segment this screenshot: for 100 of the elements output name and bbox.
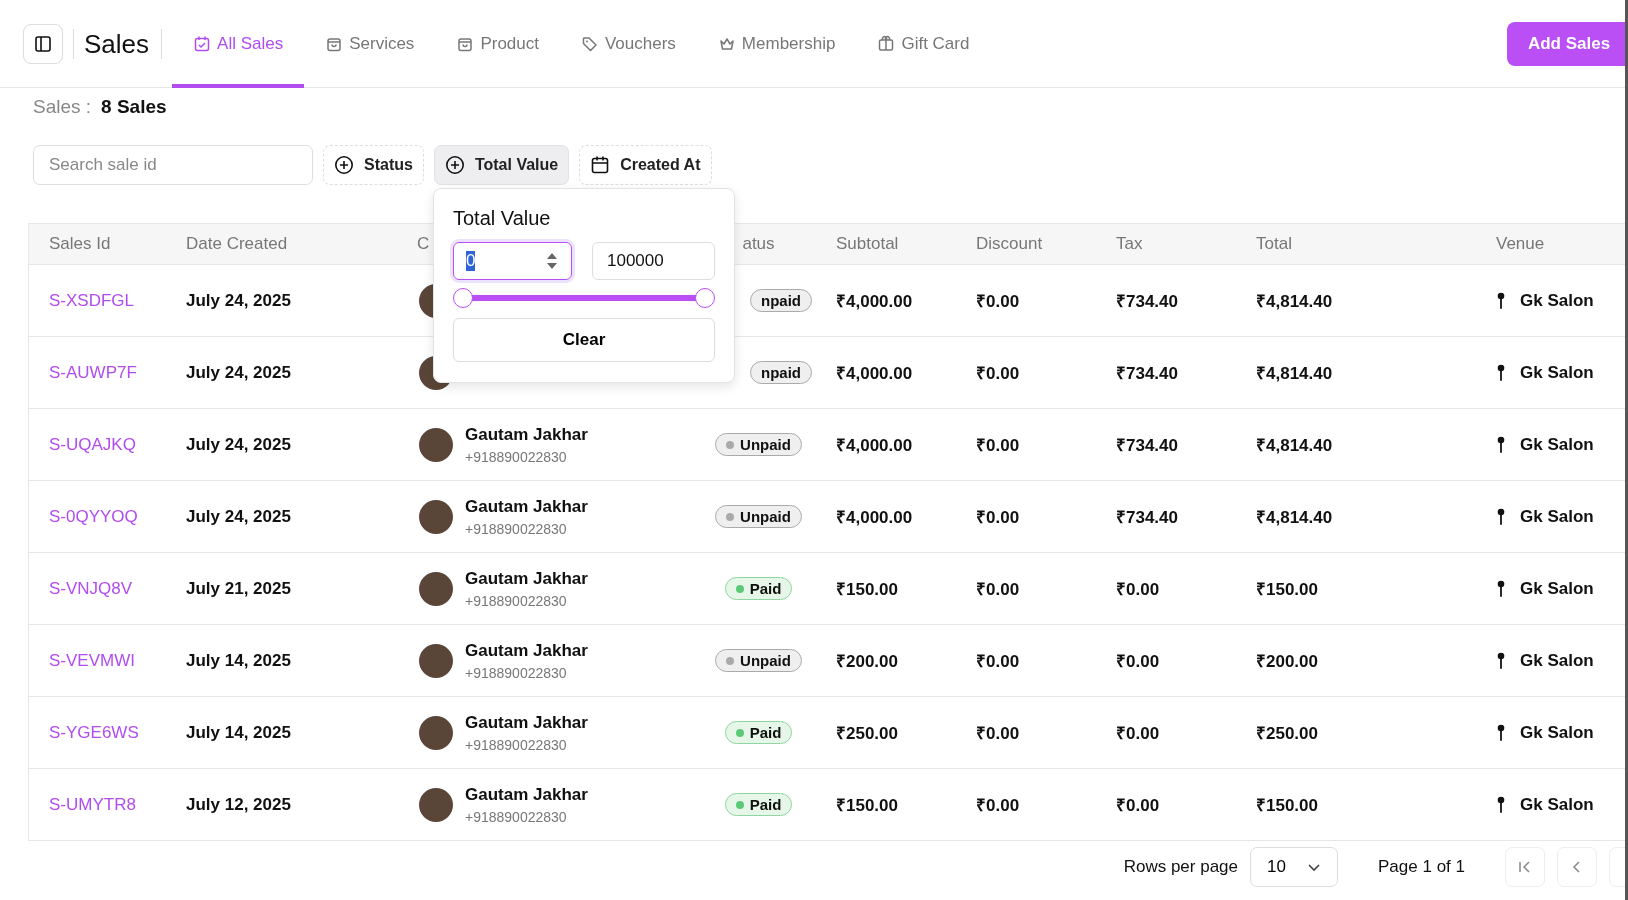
column-header: C: [417, 234, 430, 254]
sale-id-link[interactable]: S-VNJQ8V: [49, 578, 133, 599]
add-sales-button[interactable]: Add Sales: [1507, 21, 1625, 66]
discount-text: ₹0.00: [976, 651, 1020, 672]
status-badge: Paid: [724, 577, 793, 600]
total-text: ₹4,814.40: [1256, 363, 1333, 384]
date-text: July 24, 2025: [186, 290, 291, 311]
sale-id-link[interactable]: S-AUWP7F: [49, 362, 137, 383]
max-value-field[interactable]: 100000: [592, 242, 715, 280]
subtotal-text: ₹200.00: [836, 651, 898, 672]
date-text: July 21, 2025: [186, 578, 291, 599]
customer-phone: +918890022830: [465, 448, 568, 465]
discount-text: ₹0.00: [976, 363, 1020, 384]
min-value-field[interactable]: 0: [453, 242, 572, 280]
clear-button[interactable]: Clear: [453, 318, 715, 362]
nav-tab[interactable]: Product: [435, 0, 560, 88]
sale-id-link[interactable]: S-YGE6WS: [49, 722, 139, 743]
sale-id-link[interactable]: S-UMYTR8: [49, 794, 136, 815]
customer-name: Gautam Jakhar: [465, 784, 588, 805]
date-text: July 24, 2025: [186, 506, 291, 527]
venue-text: Gk Salon: [1520, 650, 1594, 671]
discount-text: ₹0.00: [976, 795, 1020, 816]
sales-label: Sales :: [33, 96, 92, 118]
customer-name: Gautam Jakhar: [465, 568, 588, 589]
rows-per-page-label: Rows per page: [1123, 857, 1239, 877]
total-text: ₹4,814.40: [1256, 291, 1333, 312]
date-text: July 24, 2025: [186, 362, 291, 383]
tax-text: ₹734.40: [1116, 507, 1178, 528]
status-badge: Unpaid: [715, 649, 802, 672]
nav-tab[interactable]: Membership: [696, 0, 857, 88]
column-header: Venue: [1496, 234, 1545, 254]
discount-text: ₹0.00: [976, 723, 1020, 744]
discount-text: ₹0.00: [976, 579, 1020, 600]
page-title: Sales: [73, 28, 163, 59]
customer-phone: +918890022830: [465, 808, 568, 825]
customer-phone: +918890022830: [465, 592, 568, 609]
discount-text: ₹0.00: [976, 507, 1020, 528]
subtotal-text: ₹4,000.00: [836, 363, 913, 384]
date-text: July 12, 2025: [186, 794, 291, 815]
venue-text: Gk Salon: [1520, 794, 1594, 815]
tax-text: ₹0.00: [1116, 723, 1160, 744]
rows-per-page-select[interactable]: 10: [1250, 847, 1339, 887]
min-value-text: 0: [466, 251, 476, 271]
column-header: Discount: [976, 234, 1043, 254]
customer-phone: +918890022830: [465, 520, 568, 537]
total-text: ₹4,814.40: [1256, 507, 1333, 528]
page-indicator: Page 1 of 1: [1378, 857, 1465, 877]
customer-name: Gautam Jakhar: [465, 496, 588, 517]
total-text: ₹200.00: [1256, 651, 1318, 672]
tax-text: ₹0.00: [1116, 795, 1160, 816]
search-field[interactable]: Search sale id: [33, 145, 313, 185]
filter-button[interactable]: Created At: [579, 145, 712, 185]
column-header: Tax: [1116, 234, 1143, 254]
status-badge: Unpaid: [715, 433, 802, 456]
customer-phone: +918890022830: [465, 664, 568, 681]
status-badge: Paid: [724, 721, 793, 744]
sale-id-link[interactable]: S-VEVMWI: [49, 650, 135, 671]
venue-text: Gk Salon: [1520, 722, 1594, 743]
filter-button[interactable]: Total Value: [433, 145, 570, 185]
discount-text: ₹0.00: [976, 291, 1020, 312]
filter-button[interactable]: Status: [323, 145, 424, 185]
sale-id-link[interactable]: S-0QYYOQ: [49, 506, 138, 527]
date-text: July 24, 2025: [186, 434, 291, 455]
subtotal-text: ₹4,000.00: [836, 291, 913, 312]
total-text: ₹150.00: [1256, 795, 1318, 816]
column-header: Total: [1256, 234, 1292, 254]
popover-title: Total Value: [453, 207, 552, 230]
tax-text: ₹734.40: [1116, 363, 1178, 384]
subtotal-text: ₹4,000.00: [836, 507, 913, 528]
tax-text: ₹0.00: [1116, 579, 1160, 600]
column-header: Date Created: [186, 234, 288, 254]
subtotal-text: ₹4,000.00: [836, 435, 913, 456]
sale-id-link[interactable]: S-UQAJKQ: [49, 434, 136, 455]
subtotal-text: ₹150.00: [836, 795, 898, 816]
venue-text: Gk Salon: [1520, 362, 1594, 383]
total-text: ₹250.00: [1256, 723, 1318, 744]
customer-name: Gautam Jakhar: [465, 424, 588, 445]
column-header: Sales Id: [49, 234, 111, 254]
status-badge: npaid: [750, 289, 812, 312]
customer-name: Gautam Jakhar: [465, 712, 588, 733]
venue-text: Gk Salon: [1520, 578, 1594, 599]
venue-text: Gk Salon: [1520, 506, 1594, 527]
customer-phone: +918890022830: [465, 736, 568, 753]
status-badge: npaid: [750, 361, 812, 384]
status-badge: Paid: [724, 793, 793, 816]
customer-name: Gautam Jakhar: [465, 640, 588, 661]
venue-text: Gk Salon: [1520, 434, 1594, 455]
sale-id-link[interactable]: S-XSDFGL: [49, 290, 135, 311]
nav-tab[interactable]: Vouchers: [559, 0, 697, 88]
date-text: July 14, 2025: [186, 650, 291, 671]
discount-text: ₹0.00: [976, 435, 1020, 456]
status-badge: Unpaid: [715, 505, 802, 528]
date-text: July 14, 2025: [186, 722, 291, 743]
total-text: ₹150.00: [1256, 579, 1318, 600]
nav-tab[interactable]: All Sales: [172, 0, 305, 88]
column-header: atus: [742, 234, 775, 254]
nav-tab[interactable]: Gift Card: [856, 0, 991, 88]
tax-text: ₹734.40: [1116, 435, 1178, 456]
tax-text: ₹734.40: [1116, 291, 1178, 312]
nav-tab[interactable]: Services: [304, 0, 436, 88]
